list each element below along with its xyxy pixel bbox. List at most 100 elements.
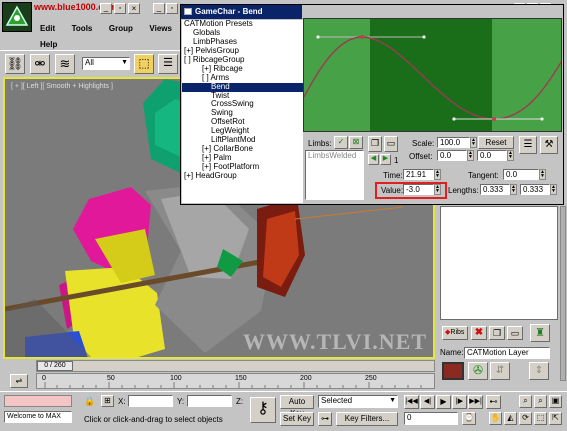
layer-color-swatch[interactable]	[442, 362, 464, 380]
curve-graph[interactable]	[303, 18, 562, 132]
tick-250: 250	[365, 375, 377, 382]
absolute-mode-icon[interactable]: ⊞	[101, 395, 114, 407]
tree-item[interactable]: [+] CollarBone	[182, 144, 303, 154]
welcome-field[interactable]: Welcome to MAX	[4, 411, 72, 423]
paste-keys-icon[interactable]: ▭	[384, 136, 398, 152]
catmotion-tree[interactable]: CATMotion Presets Globals LimbPhases [+] Pe…	[182, 20, 303, 203]
offset-spinner-1[interactable]: ▲ ▼	[467, 150, 474, 161]
tick-50: 50	[107, 375, 115, 382]
select-object-icon[interactable]: ⬚	[134, 54, 154, 74]
select-by-name-icon[interactable]: ☰	[158, 54, 178, 74]
offset-spinner-2[interactable]: ▲ ▼	[507, 150, 514, 161]
copy-keys-icon[interactable]: ❐	[368, 136, 382, 152]
offset-field-2[interactable]: 0.0	[477, 150, 507, 161]
time-slider-handle[interactable]: 0 / 260	[37, 361, 73, 371]
menu-tools[interactable]: Tools	[72, 24, 93, 33]
scale-field[interactable]: 100.0	[437, 137, 470, 148]
layer-transform-icon[interactable]: ⇵	[490, 362, 510, 380]
set-key-button[interactable]: Set Key	[280, 412, 314, 426]
pan-icon[interactable]: ✋	[489, 412, 502, 425]
limbs-list[interactable]: LimbsWelded	[305, 150, 364, 200]
limbs-list-item[interactable]: LimbsWelded	[308, 151, 356, 160]
tangent-field[interactable]: 0.0	[503, 169, 539, 180]
zoom-extents-icon[interactable]: ▣	[549, 395, 562, 408]
bind-space-warp-icon[interactable]: ≋	[55, 54, 75, 74]
time-spinner[interactable]: ▲ ▼	[434, 169, 441, 180]
ribs-button[interactable]: ◆Ribs	[442, 326, 468, 340]
minimize-button[interactable]: _	[100, 3, 112, 14]
menu-bar-row2: Help	[40, 39, 71, 49]
prev-key-icon[interactable]: ◀	[368, 154, 379, 165]
lengths-label: Lengths:	[448, 186, 479, 195]
menu-views[interactable]: Views	[149, 24, 172, 33]
delete-layer-icon[interactable]: ✖	[471, 326, 487, 340]
time-slider[interactable]: 0 / 260	[36, 360, 435, 372]
x-coord-field[interactable]	[128, 395, 173, 407]
key-mode-toggle-icon[interactable]: ⊷	[486, 395, 501, 409]
reset-button[interactable]: Reset	[478, 136, 514, 149]
restore-button[interactable]: ▫	[114, 3, 126, 14]
orbit-icon[interactable]: ⟳	[519, 412, 532, 425]
previous-frame-icon[interactable]: ◀|	[420, 395, 435, 409]
unlink-icon[interactable]: ⚮	[30, 54, 50, 74]
next-key-icon[interactable]: ▶	[380, 154, 391, 165]
window-minimize-button[interactable]: _	[153, 3, 165, 14]
zoom-icon[interactable]: ⌕	[519, 395, 532, 408]
selection-filter-dropdown[interactable]: All ▼	[82, 57, 130, 70]
go-to-start-icon[interactable]: |◀◀	[404, 395, 419, 409]
scale-spinner[interactable]: ▲ ▼	[470, 137, 477, 148]
limbs-check-icon[interactable]: ✓	[334, 136, 348, 149]
tree-item[interactable]: [+] Ribcage	[182, 64, 303, 74]
graph-options-icon[interactable]: ☰	[519, 136, 537, 154]
graph-tools-icon[interactable]: ⚒	[540, 136, 558, 154]
layer-manager-icon[interactable]: ♜	[530, 324, 550, 342]
field-of-view-icon[interactable]: ◭	[504, 412, 517, 425]
y-coord-field[interactable]	[187, 395, 232, 407]
zoom-region-icon[interactable]: ⬚	[534, 412, 547, 425]
layer-name-field[interactable]: CATMotion Layer	[464, 347, 550, 359]
key-filters-button[interactable]: Key Filters...	[336, 412, 398, 426]
window-restore-button[interactable]: ▫	[166, 3, 178, 14]
paste-layer-icon[interactable]: ▭	[507, 326, 523, 340]
go-to-end-icon[interactable]: ▶▶|	[468, 395, 483, 409]
lengths-spinner-2[interactable]: ▲ ▼	[550, 184, 557, 195]
tree-item[interactable]: Bend	[182, 82, 303, 92]
menu-edit[interactable]: Edit	[40, 24, 55, 33]
time-field[interactable]: 21.91	[403, 169, 434, 180]
track-bar-toggle-icon[interactable]: ⇌	[10, 374, 28, 388]
set-key-filter-icon[interactable]: ⊶	[318, 412, 332, 426]
copy-layer-icon[interactable]: ❐	[489, 326, 505, 340]
time-config-icon[interactable]: ⌚	[462, 412, 476, 425]
layer-updown-icon[interactable]: ⇕	[529, 362, 549, 380]
menu-group[interactable]: Group	[109, 24, 133, 33]
next-frame-icon[interactable]: |▶	[452, 395, 467, 409]
lock-icon[interactable]: 🔒	[84, 396, 95, 407]
link-icon[interactable]: ⛓	[5, 54, 25, 74]
tree-item[interactable]: CrossSwing	[182, 99, 303, 109]
play-icon[interactable]: ▶	[436, 395, 451, 409]
offset-field-1[interactable]: 0.0	[437, 150, 467, 161]
limbs-lock-icon[interactable]: ⊠	[349, 136, 363, 149]
track-bar[interactable]: 0 50 100 150 200 250	[36, 373, 435, 389]
current-frame-field[interactable]: 0	[404, 412, 458, 425]
key-icon[interactable]: ⚷	[250, 397, 276, 423]
tangent-spinner[interactable]: ▲ ▼	[539, 169, 546, 180]
value-spinner[interactable]: ▲ ▼	[434, 184, 441, 195]
menu-help[interactable]: Help	[40, 40, 57, 49]
close-button[interactable]: ×	[128, 3, 140, 14]
auto-key-button[interactable]: Auto Key	[280, 395, 314, 418]
catmotion-icon[interactable]: ✇	[468, 362, 488, 380]
lengths-spinner-1[interactable]: ▲ ▼	[510, 184, 517, 195]
tree-item[interactable]: [+] HeadGroup	[182, 171, 303, 181]
dialog-titlebar[interactable]: GameChar - Bend	[181, 5, 302, 19]
app-logo[interactable]	[2, 2, 32, 32]
maximize-viewport-icon[interactable]: ⇱	[549, 412, 562, 425]
panel-scrollbar[interactable]	[560, 206, 566, 381]
zoom-all-icon[interactable]: ⌕	[534, 395, 547, 408]
tree-item[interactable]: [ ] Arms	[182, 73, 303, 83]
value-field[interactable]: -3.0	[403, 184, 434, 195]
maxscript-listener[interactable]	[4, 395, 72, 407]
key-mode-dropdown[interactable]: Selected ▼	[318, 395, 398, 408]
lengths-field-1[interactable]: 0.333	[480, 184, 510, 195]
lengths-field-2[interactable]: 0.333	[520, 184, 550, 195]
